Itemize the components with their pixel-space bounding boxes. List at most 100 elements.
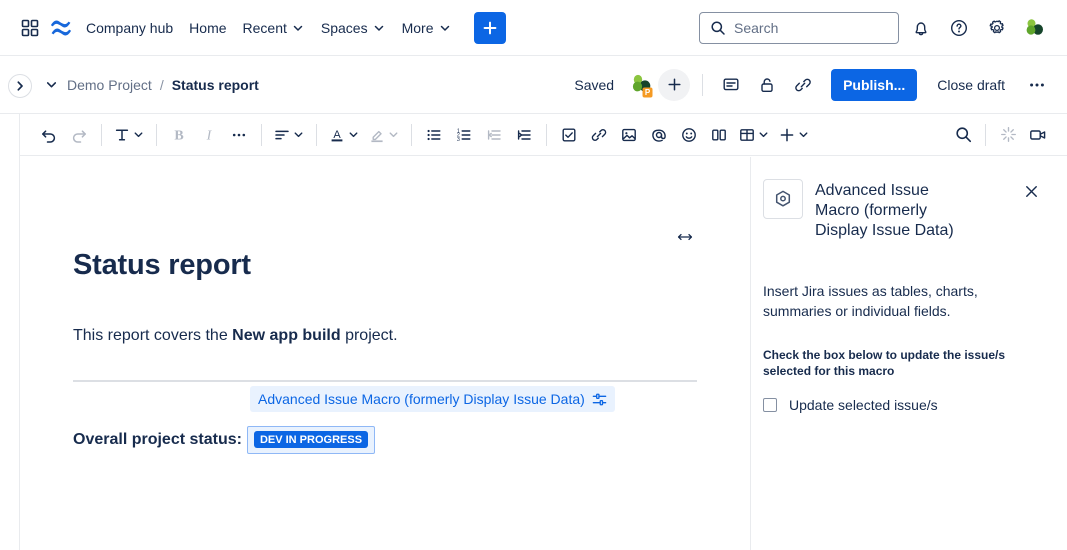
- help-icon[interactable]: [943, 12, 975, 44]
- macro-region: Advanced Issue Macro (formerly Display I…: [73, 386, 697, 454]
- divider: [702, 73, 704, 96]
- search-icon: [710, 20, 726, 36]
- insert-more-dropdown[interactable]: [774, 120, 814, 150]
- bullet-list-icon[interactable]: [419, 120, 449, 150]
- text-color-dropdown[interactable]: A: [324, 120, 364, 150]
- update-issues-label: Update selected issue/s: [789, 397, 938, 413]
- image-icon[interactable]: [614, 120, 644, 150]
- horizontal-rule: [73, 380, 697, 382]
- update-issues-checkbox[interactable]: [763, 398, 777, 412]
- macro-panel-title: Advanced Issue Macro (formerly Display I…: [815, 182, 954, 239]
- search-placeholder: Search: [734, 19, 779, 36]
- close-icon[interactable]: [1019, 179, 1043, 203]
- publish-button[interactable]: Publish...: [831, 68, 918, 101]
- update-issues-checkbox-row[interactable]: Update selected issue/s: [763, 395, 1043, 415]
- chevron-down-icon: [134, 132, 143, 138]
- macro-hexagon-icon: [763, 179, 803, 219]
- chevron-down-icon: [372, 21, 386, 35]
- horizontal-resize-icon[interactable]: [673, 225, 697, 249]
- nav-item-label: Home: [189, 19, 227, 36]
- nav-item-label: Company hub: [86, 19, 174, 36]
- divider: [101, 123, 102, 146]
- document-editor[interactable]: Status report This report covers the New…: [21, 157, 749, 550]
- paragraph-bold-text: New app build: [232, 327, 341, 344]
- redo-icon[interactable]: [64, 120, 94, 150]
- nav-item-spaces[interactable]: Spaces: [313, 12, 394, 44]
- confluence-editor-window: Company hub Home Recent Spaces More Sear…: [0, 0, 1067, 550]
- gear-icon[interactable]: [981, 12, 1013, 44]
- nav-right-group: Search: [699, 11, 1067, 44]
- bold-button[interactable]: B: [164, 120, 194, 150]
- nav-left-group: Company hub Home Recent Spaces More: [0, 11, 506, 44]
- video-icon[interactable]: [1023, 120, 1053, 150]
- numbered-list-icon[interactable]: 1 2 3: [449, 120, 479, 150]
- nav-item-home[interactable]: Home: [181, 12, 234, 44]
- divider: [411, 123, 412, 146]
- editor-toolbar: B I A 1 2 3: [20, 114, 1067, 156]
- more-horizontal-icon[interactable]: [1021, 69, 1053, 101]
- saved-status: Saved: [574, 76, 615, 93]
- indent-icon[interactable]: [509, 120, 539, 150]
- user-avatar[interactable]: [1019, 12, 1051, 44]
- align-icon: [275, 130, 289, 139]
- collaborator-avatar[interactable]: P: [628, 71, 656, 99]
- mention-icon[interactable]: [644, 120, 674, 150]
- italic-button[interactable]: I: [194, 120, 224, 150]
- unlock-icon[interactable]: [751, 69, 783, 101]
- link-icon[interactable]: [787, 69, 819, 101]
- svg-text:P: P: [645, 88, 651, 97]
- breadcrumb-parent-link[interactable]: Demo Project: [67, 77, 152, 93]
- chevron-down-icon: [291, 21, 305, 35]
- macro-label-text: Advanced Issue Macro (formerly Display I…: [258, 391, 585, 407]
- nav-item-label: More: [401, 19, 434, 36]
- ai-sparkle-icon[interactable]: [993, 120, 1023, 150]
- document-title[interactable]: Status report: [73, 157, 697, 281]
- macro-settings-icon[interactable]: [592, 392, 607, 407]
- search-icon[interactable]: [948, 120, 978, 150]
- breadcrumb-separator: /: [159, 76, 164, 93]
- plus-icon: [668, 78, 681, 91]
- page-header-actions: Saved P Publish... Close draft: [574, 68, 1067, 101]
- breadcrumb-expand-icon[interactable]: [44, 77, 59, 92]
- nav-item-label: Spaces: [320, 19, 368, 36]
- emoji-icon[interactable]: [674, 120, 704, 150]
- divider: [316, 123, 317, 146]
- breadcrumb: Demo Project / Status report: [44, 77, 259, 93]
- close-draft-button[interactable]: Close draft: [927, 69, 1015, 101]
- document-content: Status report This report covers the New…: [21, 157, 749, 454]
- undo-icon[interactable]: [34, 120, 64, 150]
- search-input[interactable]: Search: [699, 11, 899, 44]
- paragraph-prefix: This report covers the: [73, 327, 233, 344]
- create-button[interactable]: [473, 11, 506, 44]
- confluence-logo-icon[interactable]: [44, 12, 78, 44]
- italic-icon: I: [206, 128, 213, 143]
- svg-text:A: A: [333, 128, 341, 140]
- macro-config-panel: Advanced Issue Macro (formerly Display I…: [750, 157, 1067, 550]
- add-people-button[interactable]: [658, 68, 691, 101]
- status-badge: DEV IN PROGRESS: [253, 431, 369, 448]
- more-formatting-icon[interactable]: [224, 120, 254, 150]
- advanced-issue-macro-node[interactable]: DEV IN PROGRESS: [246, 426, 376, 454]
- nav-item-more[interactable]: More: [394, 12, 460, 44]
- table-dropdown[interactable]: [734, 120, 774, 150]
- outdent-icon[interactable]: [479, 120, 509, 150]
- checkbox-icon[interactable]: [554, 120, 584, 150]
- chevron-down-icon: [438, 21, 452, 35]
- avatar: [1026, 18, 1043, 35]
- svg-text:I: I: [206, 128, 213, 143]
- nav-item-recent[interactable]: Recent: [235, 12, 313, 44]
- chevron-right-icon: [17, 81, 23, 91]
- text-style-dropdown[interactable]: [109, 120, 149, 150]
- alignment-dropdown[interactable]: [269, 120, 309, 150]
- macro-name-tooltip[interactable]: Advanced Issue Macro (formerly Display I…: [250, 386, 615, 412]
- link-icon[interactable]: [584, 120, 614, 150]
- intro-paragraph[interactable]: This report covers the New app build pro…: [73, 281, 697, 348]
- layouts-icon[interactable]: [704, 120, 734, 150]
- bell-icon[interactable]: [905, 12, 937, 44]
- comment-icon[interactable]: [715, 69, 747, 101]
- macro-description: Insert Jira issues as tables, charts, su…: [763, 283, 978, 319]
- app-switcher-icon[interactable]: [16, 12, 44, 44]
- nav-item-company-hub[interactable]: Company hub: [78, 12, 181, 44]
- expand-sidebar-button[interactable]: [8, 74, 32, 98]
- highlight-dropdown[interactable]: [364, 120, 404, 150]
